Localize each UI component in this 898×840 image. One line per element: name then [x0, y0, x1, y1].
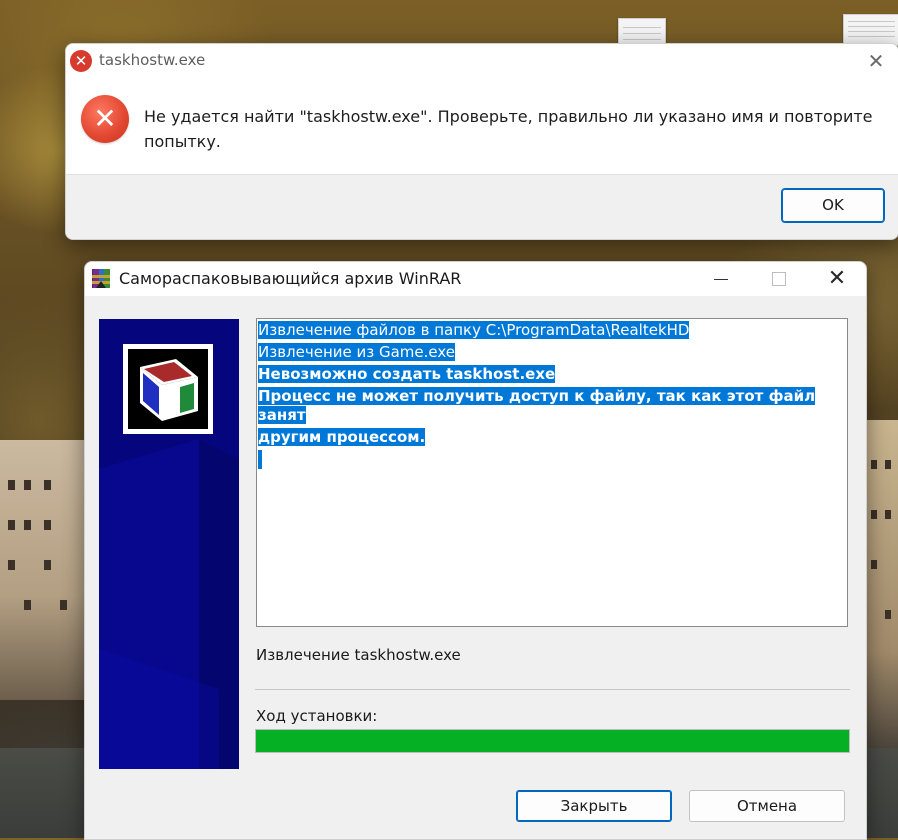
log-line: Извлечение из Game.exe	[258, 343, 456, 361]
error-dialog-title: taskhostw.exe	[99, 51, 206, 69]
log-line: Невозможно создать taskhost.exe	[258, 365, 556, 383]
error-icon: ✕	[70, 50, 92, 72]
winrar-sfx-window: Самораспаковывающийся архив WinRAR ✕ Изв…	[84, 261, 867, 840]
close-dialog-button[interactable]: Закрыть	[516, 790, 672, 822]
progress-label: Ход установки:	[256, 707, 378, 725]
log-caret	[258, 450, 847, 474]
error-dialog-titlebar[interactable]: ✕ taskhostw.exe ✕	[66, 44, 898, 78]
progress-fill	[256, 730, 849, 752]
cancel-button[interactable]: Отмена	[689, 790, 845, 822]
maximize-button[interactable]	[750, 262, 808, 296]
archive-book-icon	[140, 359, 198, 421]
minimize-button[interactable]	[692, 262, 750, 296]
ok-button[interactable]: OK	[781, 188, 885, 223]
log-line: Извлечение файлов в папку C:\ProgramData…	[258, 321, 690, 339]
wallpaper-houses-right	[865, 420, 898, 750]
extraction-status: Извлечение taskhostw.exe	[256, 646, 461, 664]
close-icon: ✕	[827, 266, 847, 291]
close-button[interactable]: ✕	[808, 262, 866, 296]
maximize-icon	[772, 272, 786, 286]
winrar-app-icon	[92, 269, 110, 288]
log-line: Процесс не может получить доступ к файлу…	[258, 387, 816, 424]
error-dialog: ✕ taskhostw.exe ✕ ✕ Не удается найти "ta…	[65, 43, 898, 240]
sfx-titlebar[interactable]: Самораспаковывающийся архив WinRAR ✕	[85, 262, 866, 296]
error-message: Не удается найти "taskhostw.exe". Провер…	[144, 107, 873, 151]
install-progress-bar	[255, 729, 850, 753]
error-icon: ✕	[81, 95, 129, 143]
log-line: другим процессом.	[258, 428, 426, 446]
error-dialog-footer: OK	[66, 174, 898, 239]
wallpaper-houses-left	[0, 440, 85, 700]
minimize-icon	[714, 278, 728, 280]
sfx-side-banner	[99, 319, 239, 769]
divider	[255, 689, 850, 690]
winrar-logo	[123, 344, 213, 434]
extraction-log[interactable]: Извлечение файлов в папку C:\ProgramData…	[256, 318, 848, 627]
desktop-file-icon[interactable]	[843, 14, 898, 46]
close-icon[interactable]: ✕	[854, 44, 898, 78]
sfx-window-title: Самораспаковывающийся архив WinRAR	[119, 269, 462, 288]
